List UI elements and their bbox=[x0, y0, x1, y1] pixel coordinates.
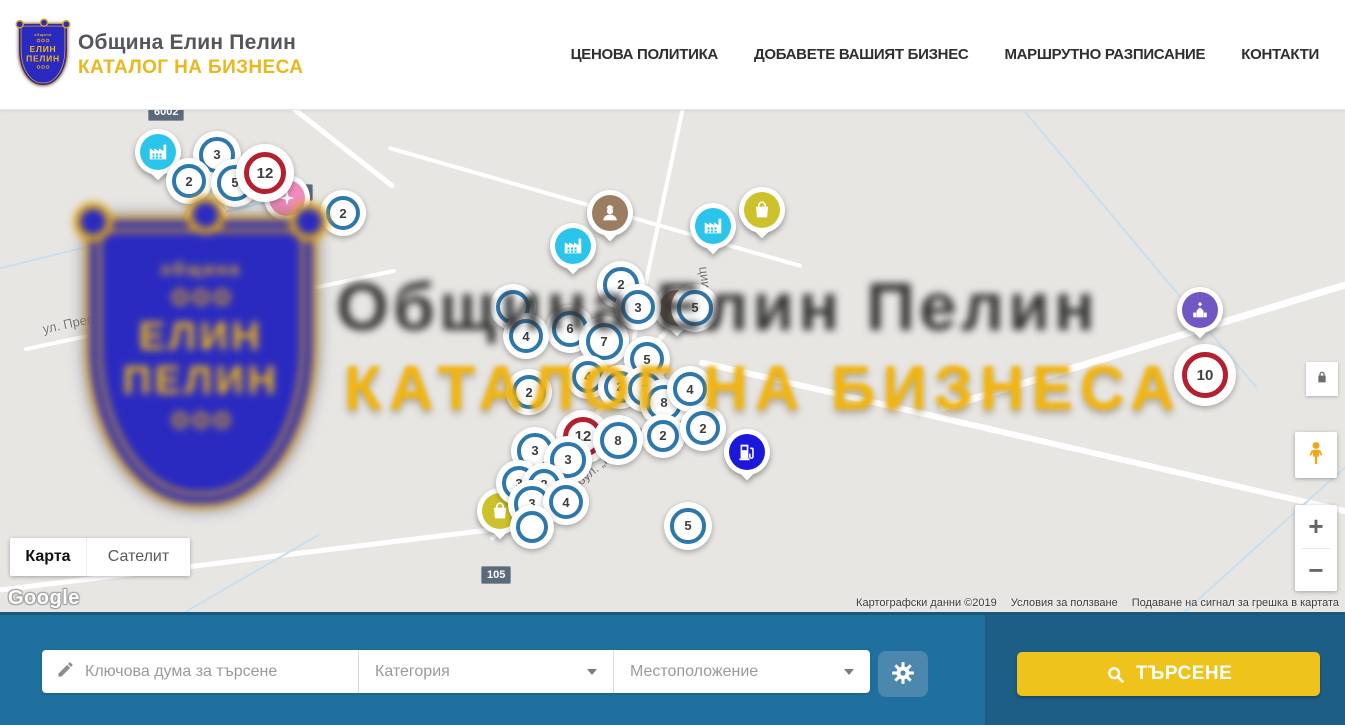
zoom-out-button[interactable]: − bbox=[1295, 549, 1337, 592]
category-pin-church[interactable] bbox=[1177, 287, 1223, 333]
location-select[interactable]: Местоположение bbox=[613, 650, 870, 693]
nav-item-route-schedule[interactable]: МАРШРУТНО РАЗПИСАНИЕ bbox=[1004, 46, 1205, 63]
cluster-marker[interactable]: 4 bbox=[503, 313, 549, 359]
crest-ornament bbox=[172, 412, 230, 428]
nav-item-pricing[interactable]: ЦЕНОВА ПОЛИТИКА bbox=[571, 46, 718, 63]
cluster-marker[interactable]: 2 bbox=[641, 414, 685, 458]
search-group: Категория Местоположение bbox=[42, 650, 870, 693]
gear-icon bbox=[890, 660, 916, 689]
cluster-marker[interactable] bbox=[184, 201, 230, 247]
search-icon bbox=[1105, 664, 1126, 685]
pencil-icon bbox=[56, 660, 75, 684]
crest-ornament bbox=[40, 19, 49, 28]
category-select-value: Категория bbox=[375, 663, 450, 681]
nav-item-contacts[interactable]: КОНТАКТИ bbox=[1241, 46, 1319, 63]
crest-ornament bbox=[172, 289, 230, 305]
map-type-map-button[interactable]: Карта bbox=[10, 538, 86, 576]
map-road-line bbox=[939, 265, 1345, 412]
crest-shield: община ЕЛИН ПЕЛИН bbox=[85, 216, 317, 508]
road-number-badge: 105 bbox=[481, 566, 511, 584]
cluster-marker[interactable]: 2 bbox=[506, 369, 552, 415]
crest-text-line2: ПЕЛИН bbox=[123, 359, 280, 403]
pegman-icon bbox=[1303, 438, 1329, 473]
crest-ornament bbox=[62, 20, 71, 29]
terms-link[interactable]: Условия за ползване bbox=[1011, 597, 1118, 609]
zoom-in-button[interactable]: + bbox=[1295, 505, 1337, 548]
lock-control[interactable] bbox=[1306, 362, 1338, 396]
site-subtitle: КАТАЛОГ НА БИЗНЕСА bbox=[78, 57, 303, 79]
site-title: Община Елин Пелин bbox=[78, 31, 303, 55]
keyword-field bbox=[42, 650, 358, 693]
location-select-value: Местоположение bbox=[630, 663, 758, 681]
category-pin-fuel[interactable] bbox=[724, 429, 770, 475]
zoom-control: + − bbox=[1295, 505, 1337, 591]
cluster-marker[interactable]: 12 bbox=[236, 144, 294, 202]
category-pin-bag[interactable] bbox=[739, 187, 785, 233]
cluster-marker[interactable]: 2 bbox=[166, 158, 212, 204]
crest-ornament bbox=[37, 65, 50, 69]
advanced-settings-button[interactable] bbox=[878, 651, 928, 697]
page: община ЕЛИН ПЕЛИН Община Елин Пелин КАТА… bbox=[0, 0, 1345, 725]
municipality-crest-logo: община ЕЛИН ПЕЛИН bbox=[18, 23, 68, 86]
lock-icon bbox=[1314, 369, 1330, 390]
street-view-pegman[interactable] bbox=[1295, 432, 1337, 478]
map-road-line bbox=[24, 269, 397, 352]
cluster-marker[interactable]: 8 bbox=[593, 415, 643, 465]
map-attribution: Картографски данни ©2019 Условия за полз… bbox=[856, 597, 1339, 609]
crest-ornament bbox=[16, 20, 25, 29]
crest-text-line1: ЕЛИН bbox=[30, 44, 57, 54]
search-button[interactable]: ТЪРСЕНЕ bbox=[1017, 652, 1320, 696]
map-type-satellite-button[interactable]: Сателит bbox=[86, 538, 190, 576]
category-pin-worker[interactable] bbox=[587, 190, 633, 236]
crest-shield: община ЕЛИН ПЕЛИН bbox=[18, 23, 68, 86]
category-pin-factory[interactable] bbox=[690, 203, 736, 249]
google-logo[interactable]: Google bbox=[8, 587, 80, 610]
watermark-crest-logo: община ЕЛИН ПЕЛИН bbox=[85, 216, 317, 508]
cluster-marker[interactable]: 2 bbox=[320, 190, 366, 236]
cluster-marker[interactable]: 5 bbox=[664, 502, 712, 550]
cluster-marker[interactable]: 2 bbox=[680, 405, 726, 451]
report-error-link[interactable]: Подаване на сигнал за грешка в картата bbox=[1132, 597, 1339, 609]
category-select[interactable]: Категория bbox=[358, 650, 613, 693]
road-number-badge: 6002 bbox=[148, 110, 184, 121]
search-bar: Категория Местоположение bbox=[0, 612, 1345, 725]
crest-text-small: община bbox=[34, 33, 51, 37]
brand-text: Община Елин Пелин КАТАЛОГ НА БИЗНЕСА bbox=[78, 31, 303, 79]
map-type-control: Карта Сателит bbox=[10, 538, 190, 576]
attribution-copyright: Картографски данни ©2019 bbox=[856, 597, 997, 609]
main-nav: ЦЕНОВА ПОЛИТИКА ДОБАВЕТЕ ВАШИЯТ БИЗНЕС М… bbox=[571, 46, 1345, 63]
chevron-down-icon bbox=[587, 669, 597, 675]
nav-item-add-business[interactable]: ДОБАВЕТЕ ВАШИЯТ БИЗНЕС bbox=[754, 46, 968, 63]
chevron-down-icon bbox=[844, 669, 854, 675]
cluster-marker[interactable]: 10 bbox=[1174, 344, 1236, 406]
watermark-subtitle: КАТАЛОГ НА БИЗНЕСА bbox=[344, 353, 1182, 424]
brand-home-link[interactable]: община ЕЛИН ПЕЛИН Община Елин Пелин КАТА… bbox=[0, 23, 303, 86]
crest-text-line2: ПЕЛИН bbox=[26, 54, 60, 64]
keyword-search-input[interactable] bbox=[85, 663, 358, 681]
search-button-label: ТЪРСЕНЕ bbox=[1136, 663, 1233, 685]
crest-ornament bbox=[37, 39, 50, 43]
cluster-marker[interactable] bbox=[510, 505, 554, 549]
crest-text-small: община bbox=[161, 260, 242, 280]
cluster-marker[interactable]: 5 bbox=[671, 284, 719, 332]
map-canvas[interactable]: ул. Преславбул. „Новоселции6002105 32512… bbox=[0, 110, 1345, 612]
header: община ЕЛИН ПЕЛИН Община Елин Пелин КАТА… bbox=[0, 0, 1345, 110]
crest-ornament bbox=[73, 202, 112, 241]
